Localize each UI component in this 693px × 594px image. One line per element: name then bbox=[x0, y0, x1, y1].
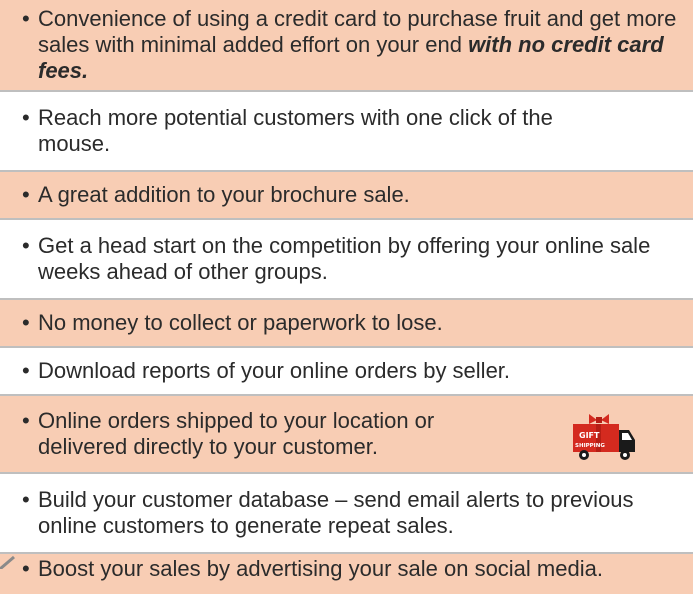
item-text: A great addition to your brochure sale. bbox=[38, 182, 410, 207]
truck-label-top: GIFT bbox=[579, 431, 600, 440]
item-text: Build your customer database – send emai… bbox=[38, 487, 634, 538]
list-item: • A great addition to your brochure sale… bbox=[0, 172, 693, 218]
bullet: • bbox=[22, 487, 30, 512]
list-item: • Get a head start on the competition by… bbox=[0, 220, 693, 298]
gift-shipping-truck-icon: GIFT SHIPPING bbox=[567, 410, 639, 464]
list-item: • Download reports of your online orders… bbox=[0, 348, 693, 394]
bullet: • bbox=[22, 105, 30, 130]
list-item: • No money to collect or paperwork to lo… bbox=[0, 300, 693, 346]
list-item: • Convenience of using a credit card to … bbox=[0, 0, 693, 90]
list-item: • Boost your sales by advertising your s… bbox=[0, 554, 693, 594]
item-text: Online orders shipped to your location o… bbox=[38, 408, 435, 459]
bullet: • bbox=[22, 408, 30, 433]
corner-decoration bbox=[0, 553, 22, 571]
list-item: • Build your customer database – send em… bbox=[0, 474, 693, 552]
item-text: Get a head start on the competition by o… bbox=[38, 233, 651, 284]
bullet: • bbox=[22, 358, 30, 383]
bullet: • bbox=[22, 182, 30, 207]
bullet: • bbox=[22, 310, 30, 335]
bullet: • bbox=[22, 556, 30, 581]
item-text: Download reports of your online orders b… bbox=[38, 358, 511, 383]
item-text: Reach more potential customers with one … bbox=[38, 105, 553, 156]
truck-label-bottom: SHIPPING bbox=[575, 443, 605, 449]
bullet: • bbox=[22, 6, 30, 31]
item-text: No money to collect or paperwork to lose… bbox=[38, 310, 443, 335]
bullet: • bbox=[22, 233, 30, 258]
list-item: • Reach more potential customers with on… bbox=[0, 92, 693, 170]
